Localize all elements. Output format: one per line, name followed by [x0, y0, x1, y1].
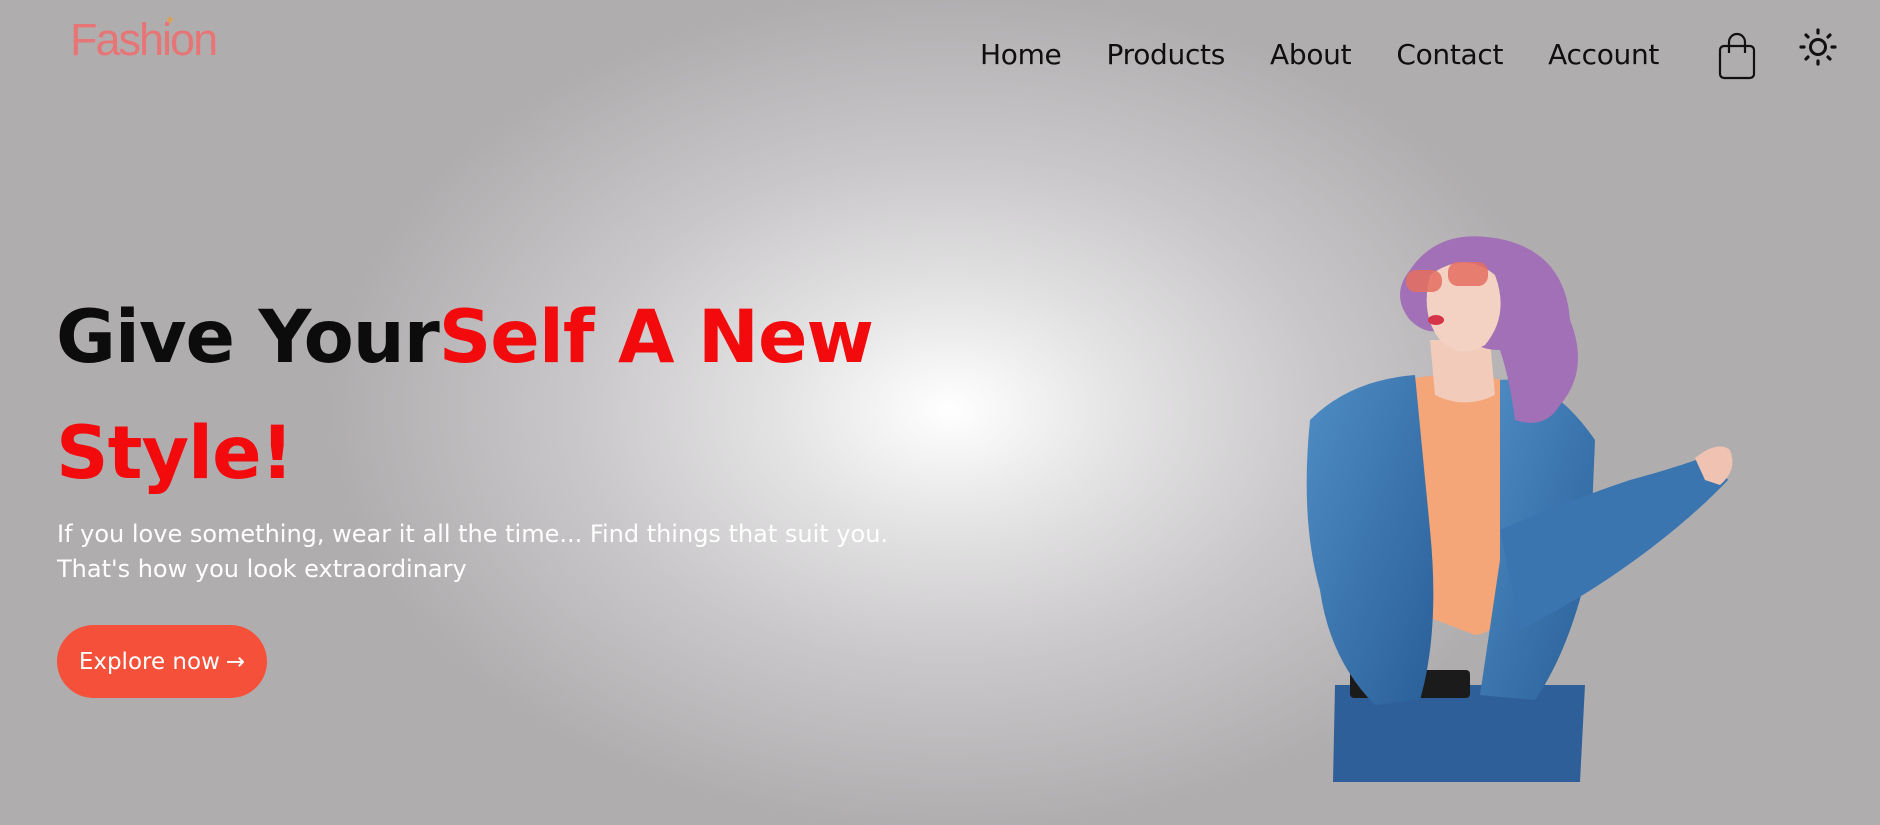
nav-about[interactable]: About — [1270, 38, 1352, 71]
logo-text: Fashion — [70, 14, 218, 65]
explore-now-button[interactable]: Explore now → — [57, 625, 267, 698]
main-nav: Home Products About Contact Account — [980, 38, 1659, 71]
logo[interactable]: Fashion ✦ — [70, 12, 218, 66]
hero-model-image — [1306, 236, 1733, 782]
nav-contact[interactable]: Contact — [1396, 38, 1503, 71]
explore-now-label: Explore now — [78, 648, 220, 675]
nav-home[interactable]: Home — [980, 38, 1062, 71]
hero-title: Give YourSelf A New Style! — [56, 280, 874, 512]
sparkle-icon: ✦ — [164, 12, 176, 28]
hero-title-part2: Self A New — [438, 295, 874, 380]
nav-account[interactable]: Account — [1548, 38, 1659, 71]
shopping-bag-icon[interactable] — [1718, 32, 1756, 80]
hero-title-part1: Give Your — [56, 295, 440, 380]
hero-title-line2: Style! — [56, 411, 294, 496]
hero-description-line1: If you love something, wear it all the t… — [57, 520, 889, 548]
nav-products[interactable]: Products — [1107, 38, 1226, 71]
sun-icon[interactable] — [1799, 28, 1837, 66]
hero-description: If you love something, wear it all the t… — [57, 517, 957, 587]
arrow-right-icon: → — [225, 648, 246, 675]
hero-description-line2: That's how you look extraordinary — [57, 555, 467, 583]
